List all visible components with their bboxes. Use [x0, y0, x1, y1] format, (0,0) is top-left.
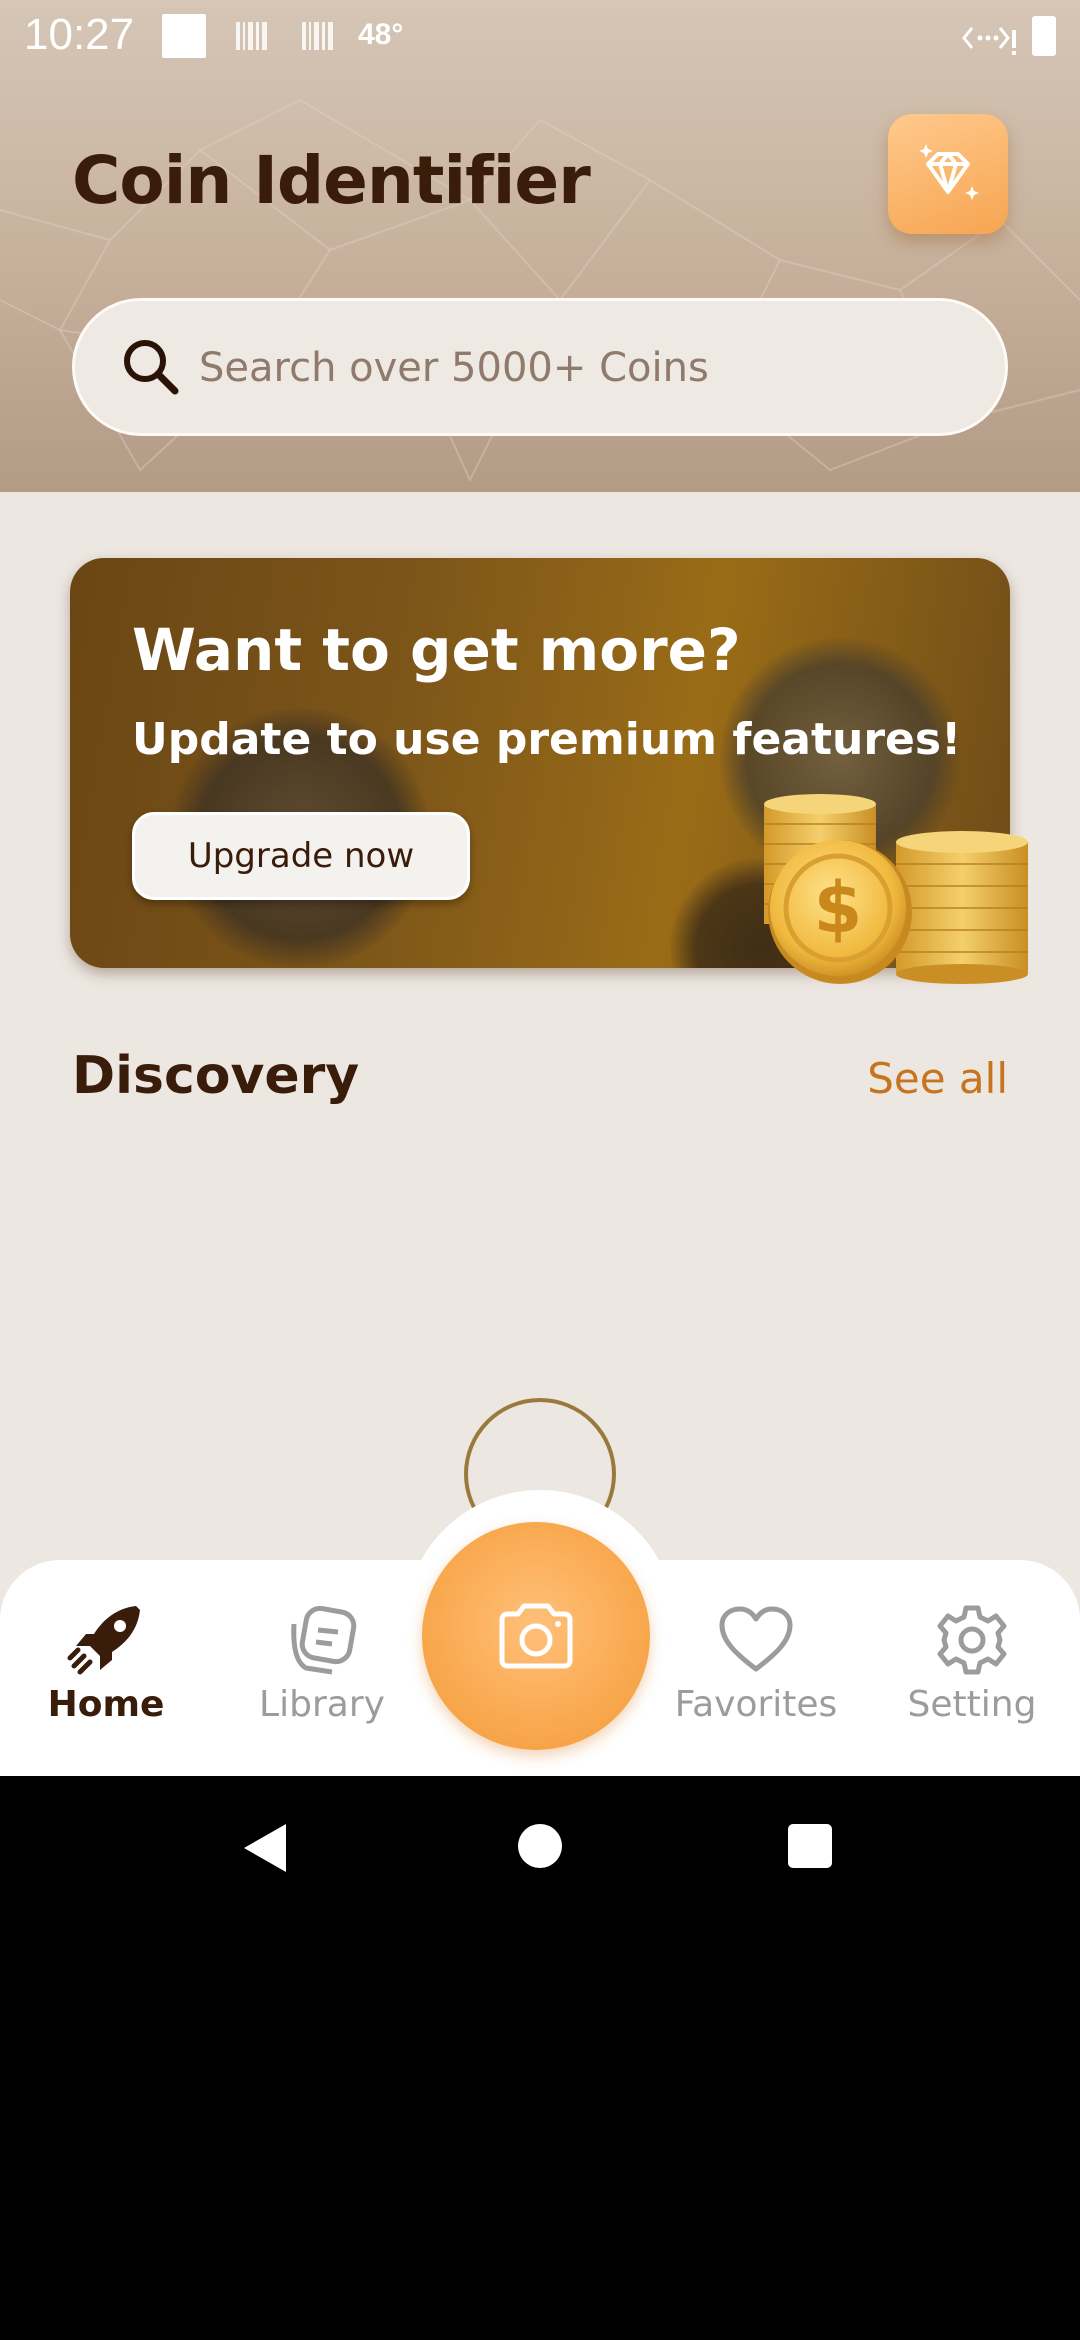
status-bar: 10:27 48° [0, 0, 1080, 72]
gold-coins-icon: $ [764, 794, 1028, 984]
svg-text:$: $ [814, 867, 863, 949]
upgrade-now-button[interactable]: Upgrade now [132, 812, 470, 900]
barcode-icon [236, 22, 267, 50]
premium-button[interactable] [888, 114, 1008, 234]
camera-button[interactable] [422, 1522, 650, 1750]
gear-icon [937, 1605, 1007, 1675]
network-signal-icon [962, 27, 1016, 55]
discovery-title: Discovery [72, 1046, 360, 1106]
nav-label-library: Library [259, 1684, 385, 1725]
search-input[interactable] [199, 331, 959, 405]
camera-icon [499, 1603, 573, 1669]
status-temperature: 48° [358, 18, 404, 51]
notification-square-icon [162, 14, 206, 58]
see-all-link[interactable]: See all [867, 1054, 1008, 1103]
back-icon[interactable] [240, 1822, 290, 1874]
system-navigation-bar [0, 1776, 1080, 1918]
page-title: Coin Identifier [72, 142, 591, 219]
battery-icon [1032, 16, 1056, 56]
nav-item-favorites[interactable]: Favorites [656, 1600, 856, 1740]
app-screen: 10:27 48° Coin Identifier Search over 50… [0, 0, 1080, 1776]
nav-label-home: Home [47, 1684, 165, 1725]
heart-icon [719, 1606, 793, 1672]
rocket-icon [67, 1606, 140, 1675]
library-icon [291, 1605, 357, 1675]
search-bar[interactable] [72, 298, 1008, 436]
banner-heading: Want to get more? [132, 616, 741, 684]
nav-item-home[interactable]: Home [6, 1600, 206, 1740]
nav-label-favorites: Favorites [674, 1684, 838, 1725]
home-circle-icon[interactable] [516, 1822, 564, 1870]
banner-subheading: Update to use premium features! [132, 714, 962, 765]
header: 10:27 48° Coin Identifier Search over 50… [0, 0, 1080, 492]
recents-icon[interactable] [786, 1822, 834, 1870]
nav-item-library[interactable]: Library [222, 1600, 422, 1740]
diamond-icon [919, 144, 979, 200]
nav-item-setting[interactable]: Setting [872, 1600, 1072, 1740]
nav-label-setting: Setting [907, 1684, 1037, 1725]
status-time: 10:27 [24, 10, 135, 59]
search-icon [124, 340, 179, 395]
barcode-icon-2 [302, 22, 333, 50]
